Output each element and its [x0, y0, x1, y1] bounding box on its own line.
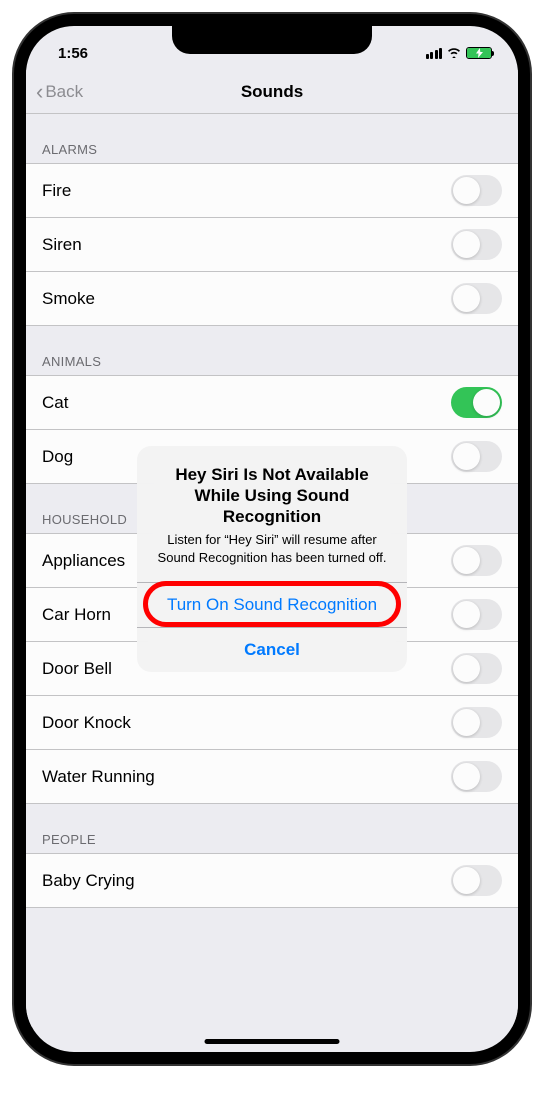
phone-frame: 1:56 ‹ Back Sounds ALARMSFireSirenSmokeA… — [14, 14, 530, 1064]
turn-on-sound-recognition-button[interactable]: Turn On Sound Recognition — [137, 582, 407, 627]
modal-overlay: Hey Siri Is Not Available While Using So… — [26, 26, 518, 1052]
notch — [172, 26, 372, 54]
alert-title: Hey Siri Is Not Available While Using So… — [153, 464, 391, 528]
alert-dialog: Hey Siri Is Not Available While Using So… — [137, 446, 407, 673]
cancel-button[interactable]: Cancel — [137, 627, 407, 672]
alert-message: Listen for “Hey Siri” will resume after … — [153, 531, 391, 566]
alert-header: Hey Siri Is Not Available While Using So… — [137, 446, 407, 583]
